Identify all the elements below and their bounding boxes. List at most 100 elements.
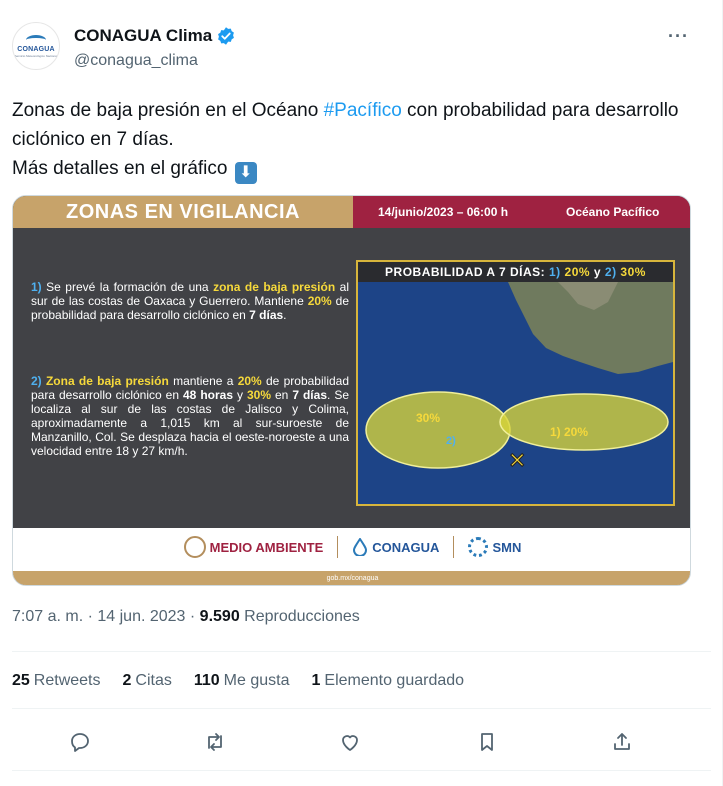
conagua-logo: CONAGUA	[352, 538, 439, 556]
infographic-footer: MEDIO AMBIENTE CONAGUA SMN gob.mx/conagu…	[13, 528, 690, 585]
text: y	[233, 388, 247, 402]
author-name-row: CONAGUA Clima	[74, 26, 236, 46]
medio-ambiente-logo: MEDIO AMBIENTE	[183, 536, 324, 558]
tweet-stats: 25 Retweets 2 Citas 110 Me gusta 1 Elemento …	[12, 672, 464, 690]
map-title-and: y	[590, 265, 605, 279]
zone1-area	[499, 393, 669, 451]
conagua-logo-icon	[26, 34, 46, 45]
footer-url: gob.mx/conagua	[326, 575, 379, 582]
avatar-logo-text: CONAGUA	[17, 45, 55, 53]
hashtag-link[interactable]: #Pacífico	[324, 100, 402, 121]
stat-count: 1	[311, 672, 321, 689]
handle[interactable]: @conagua_clima	[74, 52, 198, 70]
avatar-logo-subtext: Servicio Meteorológico Nacional	[14, 53, 58, 58]
footer-logos: MEDIO AMBIENTE CONAGUA SMN	[13, 536, 690, 558]
divider	[12, 770, 711, 771]
conagua-drop-icon	[353, 538, 368, 556]
map-title-zone2-num: 2)	[604, 265, 617, 279]
probability-map: PROBABILIDAD A 7 DÍAS: 1) 20% y 2) 30% 3…	[356, 260, 675, 506]
divider	[12, 708, 711, 709]
stat-label: Citas	[135, 672, 172, 689]
share-icon	[614, 733, 630, 750]
text: en	[271, 388, 293, 402]
text: .	[283, 308, 287, 322]
infographic-date: 14/junio/2023 – 06:00 h	[378, 205, 509, 219]
tweet-date[interactable]: 14 jun. 2023	[97, 608, 185, 625]
down-arrow-emoji-icon: ⬇	[234, 162, 257, 184]
highlight: 20%	[307, 294, 332, 308]
logo-text: MEDIO AMBIENTE	[209, 539, 324, 555]
mexico-seal-icon	[183, 536, 206, 558]
map-title-zone1-pct: 20%	[564, 265, 591, 279]
retweet-button[interactable]	[199, 726, 231, 758]
zone2-label-pct: 30%	[416, 411, 440, 425]
infographic-body: 1) Se prevé la formación de una zona de …	[13, 228, 690, 528]
tweet-text-line2: Más detalles en el gráfico	[12, 158, 228, 179]
stat-count: 110	[193, 672, 220, 689]
tweet-container: CONAGUA Servicio Meteorológico Nacional …	[0, 0, 723, 786]
tweet-time[interactable]: 7:07 a. m.	[12, 608, 83, 625]
highlight: 30%	[246, 388, 272, 402]
text: Se prevé la formación de una	[41, 280, 214, 294]
zone1-number: 1)	[31, 280, 42, 294]
display-name[interactable]: CONAGUA Clima	[74, 26, 212, 46]
views-label: Reproducciones	[239, 608, 360, 625]
smn-icon	[468, 537, 489, 557]
zone2-label-num: 2)	[446, 435, 456, 447]
retweet-icon	[208, 733, 222, 751]
stat-quotes[interactable]: 2 Citas	[123, 672, 172, 690]
like-button[interactable]	[334, 726, 366, 758]
map-title-prefix: PROBABILIDAD A 7 DÍAS:	[385, 265, 549, 279]
tweet-text: Zonas de baja presión en el Océano #Pací…	[12, 96, 702, 184]
zone1-label: 1) 20%	[550, 425, 588, 439]
system-center-marker-icon: ✕	[508, 449, 526, 474]
map-graphic: 30% 2) 1) 20% ✕	[358, 282, 673, 504]
zone2-description: 2) Zona de baja presión mantiene a 20% d…	[31, 374, 349, 458]
more-options-icon[interactable]: ···	[668, 26, 689, 47]
tweet-meta: 7:07 a. m. · 14 jun. 2023 · 9.590 Reprod…	[12, 608, 360, 626]
bookmark-icon	[481, 733, 493, 751]
tweet-image[interactable]: ZONAS EN VIGILANCIA 14/junio/2023 – 06:0…	[12, 195, 691, 586]
action-bar	[0, 726, 723, 758]
infographic-header: ZONAS EN VIGILANCIA 14/junio/2023 – 06:0…	[13, 196, 690, 228]
share-button[interactable]	[606, 726, 638, 758]
stat-label: Retweets	[33, 672, 101, 689]
divider	[453, 536, 455, 558]
bookmark-button[interactable]	[471, 726, 503, 758]
infographic-info-band: 14/junio/2023 – 06:00 h Océano Pacífico	[353, 196, 690, 228]
separator: ·	[83, 608, 98, 625]
reply-icon	[71, 733, 89, 752]
reply-button[interactable]	[64, 726, 96, 758]
stat-retweets[interactable]: 25 Retweets	[12, 672, 101, 690]
map-title-zone1-num: 1)	[549, 265, 561, 279]
highlight: 7 días	[292, 388, 327, 402]
logo-text: SMN	[492, 539, 522, 555]
infographic-title: ZONAS EN VIGILANCIA	[66, 200, 300, 223]
zone1-description: 1) Se prevé la formación de una zona de …	[31, 280, 349, 322]
stat-label: Elemento guardado	[324, 672, 465, 689]
avatar[interactable]: CONAGUA Servicio Meteorológico Nacional	[12, 22, 60, 70]
footer-url-bar: gob.mx/conagua	[13, 571, 690, 585]
stat-bookmarks[interactable]: 1 Elemento guardado	[311, 672, 464, 690]
like-icon	[342, 735, 358, 751]
highlight: 20%	[237, 374, 262, 388]
zone2-number: 2)	[31, 374, 42, 388]
smn-logo: SMN	[468, 537, 521, 557]
separator: ·	[185, 608, 200, 625]
divider	[12, 651, 711, 652]
text: mantiene a	[168, 374, 238, 388]
map-title: PROBABILIDAD A 7 DÍAS: 1) 20% y 2) 30%	[358, 262, 673, 282]
stat-count: 2	[122, 672, 132, 689]
logo-text: CONAGUA	[372, 539, 440, 555]
highlight: 7 días	[249, 308, 284, 322]
verified-badge-icon[interactable]	[216, 26, 236, 46]
zone2-area	[365, 391, 511, 469]
view-count: 9.590	[199, 608, 240, 625]
tweet-text-part: Zonas de baja presión en el Océano	[12, 100, 324, 121]
highlight: Zona de baja presión	[45, 374, 169, 388]
map-title-zone2-pct: 30%	[620, 265, 646, 279]
infographic-title-band: ZONAS EN VIGILANCIA	[13, 196, 353, 228]
stat-count: 25	[12, 672, 30, 689]
stat-likes[interactable]: 110 Me gusta	[194, 672, 290, 690]
infographic-region: Océano Pacífico	[566, 205, 660, 219]
